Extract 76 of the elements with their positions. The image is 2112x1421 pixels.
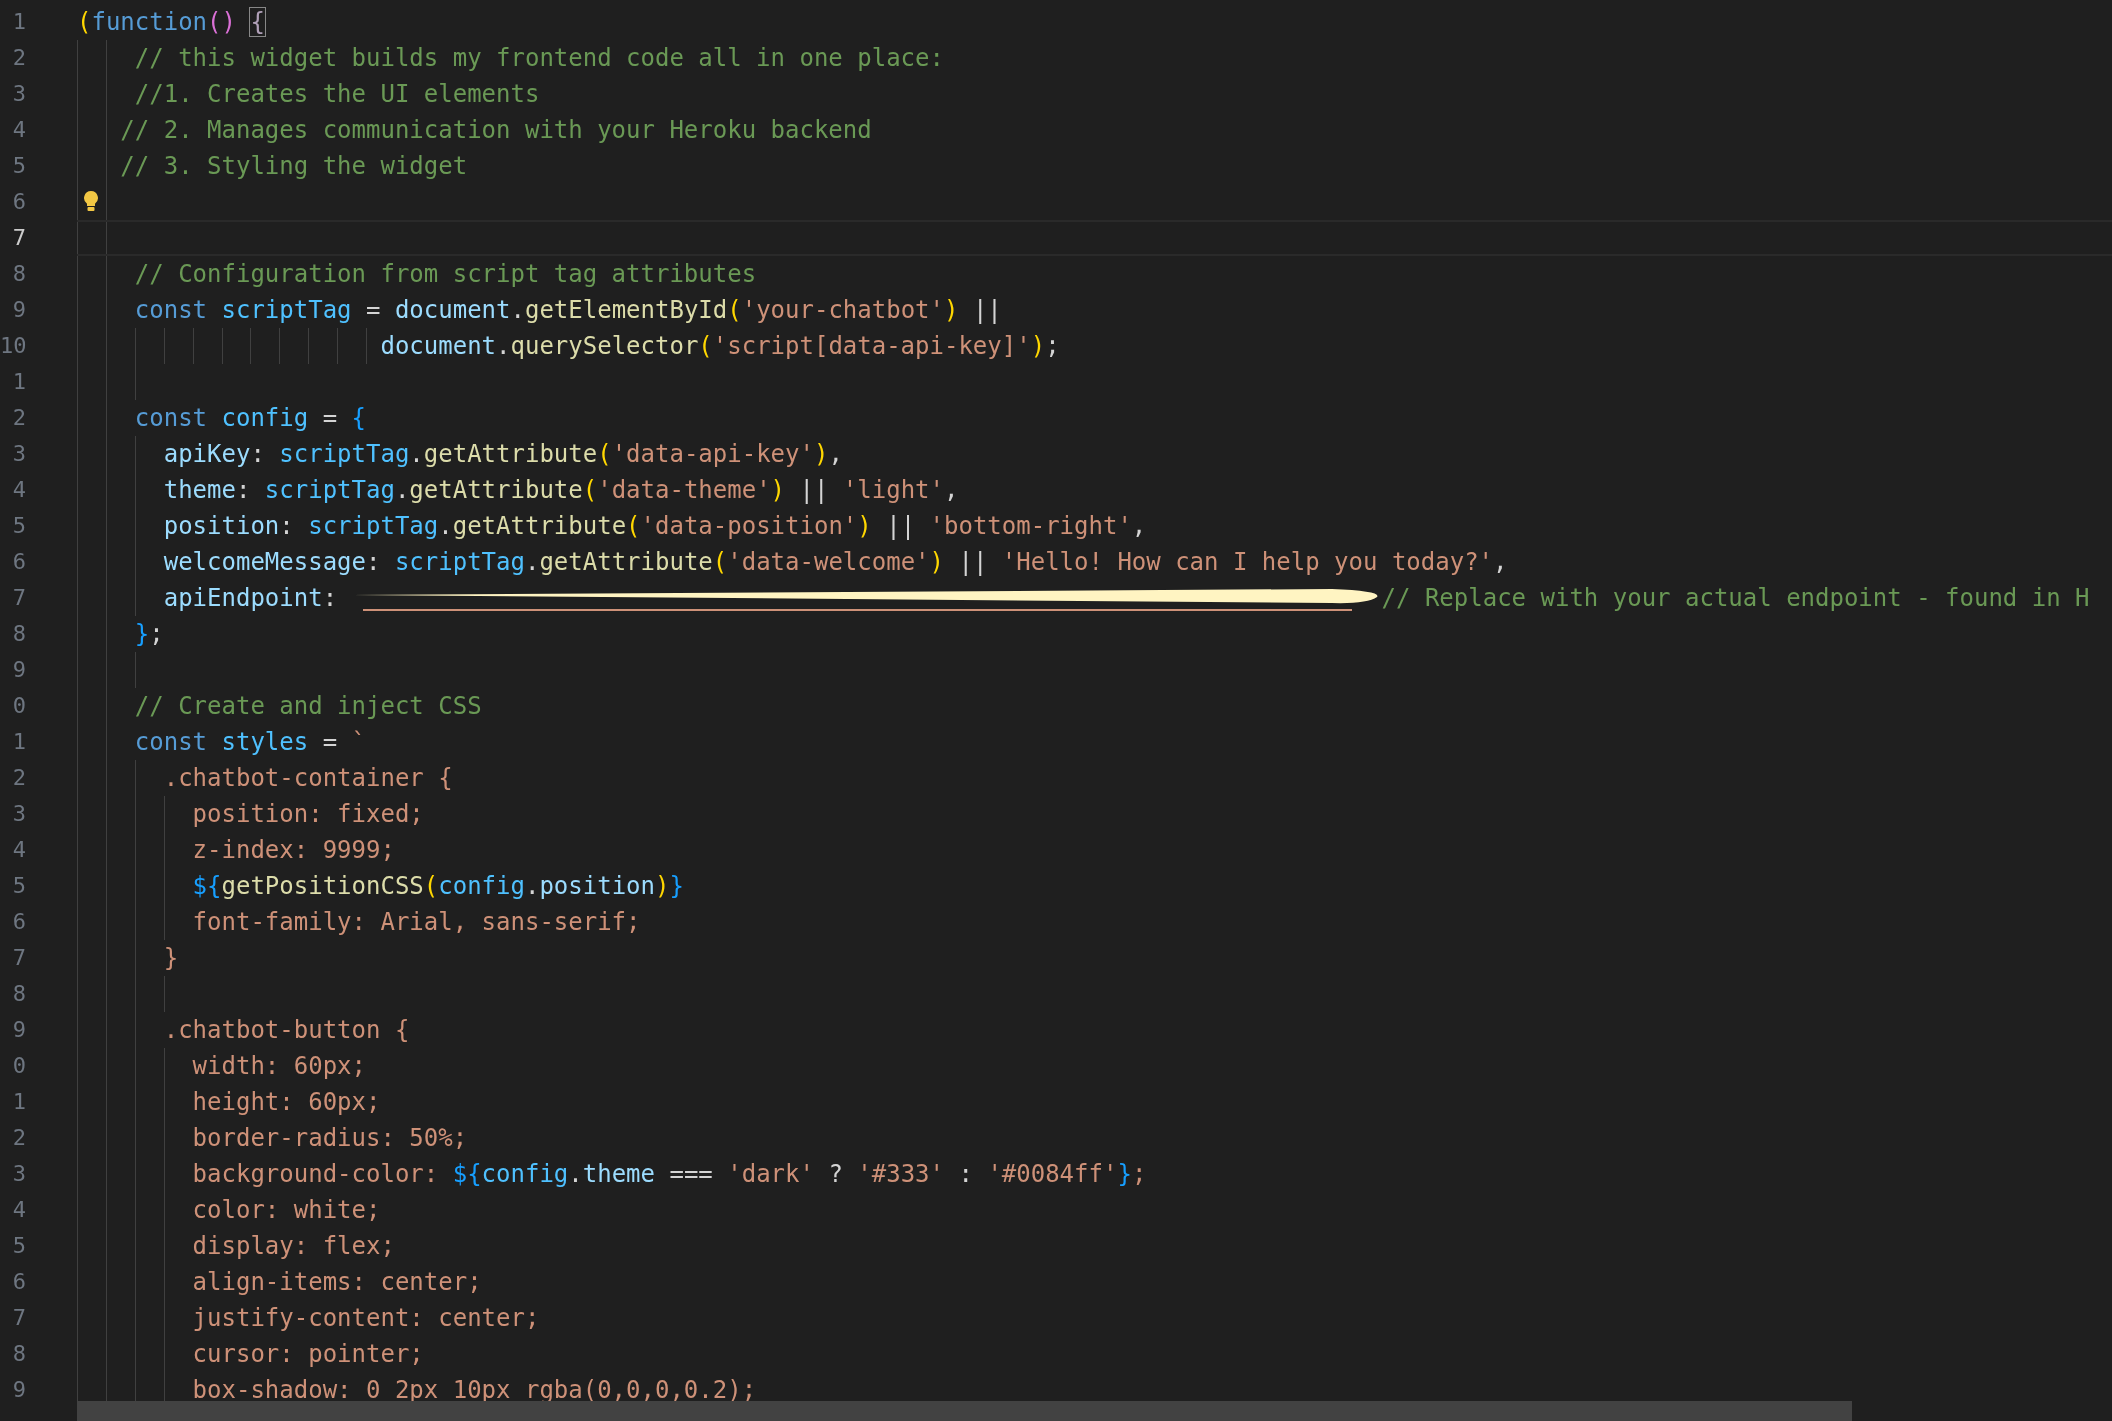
code-line: box-shadow: 0 2px 10px rgba(0,0,0,0.2);: [191, 1375, 757, 1406]
line-number: 7: [11, 224, 26, 252]
line-number: 3: [11, 80, 26, 108]
code-line: width: 60px;: [191, 1051, 366, 1082]
code-line: border-radius: 50%;: [191, 1123, 468, 1154]
line-number: 1: [11, 1088, 26, 1116]
code-line: // Create and inject CSS: [133, 691, 482, 722]
code-line: font-family: Arial, sans-serif;: [191, 907, 641, 938]
line-number: 0: [11, 692, 26, 720]
code-line: (function() {: [77, 7, 265, 38]
line-number: 2: [11, 44, 26, 72]
code-line: };: [133, 619, 164, 650]
line-number: 9: [11, 1376, 26, 1404]
line-number: 2: [11, 404, 26, 432]
line-number: 3: [11, 440, 26, 468]
line-number: 3: [11, 800, 26, 828]
code-line: z-index: 9999;: [191, 835, 395, 866]
line-number: 1: [11, 8, 26, 36]
code-line: // 3. Styling the widget: [119, 151, 468, 182]
code-line: //1. Creates the UI elements: [133, 79, 540, 110]
line-number: 5: [11, 872, 26, 900]
line-number: 4: [11, 1196, 26, 1224]
line-number: 5: [11, 152, 26, 180]
code-line: const config = {: [133, 403, 366, 434]
code-line: const scriptTag = document.getElementById('your-chatbot') ||: [133, 295, 1002, 326]
code-line: document.querySelector('script[data-api-key]');: [379, 331, 1060, 362]
line-number: 2: [11, 1124, 26, 1152]
line-number: 9: [11, 656, 26, 684]
lightbulb-icon[interactable]: [83, 190, 99, 212]
code-line: welcomeMessage: scriptTag.getAttribute('data-welcome') || 'Hello! How can I help you today?',: [162, 547, 1508, 578]
line-number: 8: [11, 260, 26, 288]
code-comment: // Replace with your actual endpoint - found in H: [1381, 583, 2090, 614]
line-number: 4: [11, 476, 26, 504]
scrollbar-thumb[interactable]: [77, 1401, 1852, 1421]
code-line: // Configuration from script tag attributes: [133, 259, 757, 290]
code-line: .chatbot-button {: [162, 1015, 410, 1046]
line-number: 7: [11, 944, 26, 972]
line-number: 5: [11, 1232, 26, 1260]
line-number: 7: [11, 1304, 26, 1332]
code-line: // this widget builds my frontend code all in one place:: [133, 43, 944, 74]
line-number: 5: [11, 512, 26, 540]
code-line: align-items: center;: [191, 1267, 482, 1298]
code-line: }: [162, 943, 179, 974]
line-number: 1: [11, 368, 26, 396]
line-number: 0: [11, 1052, 26, 1080]
line-number: 10: [0, 332, 26, 360]
code-line: display: flex;: [191, 1231, 395, 1262]
code-line: color: white;: [191, 1195, 381, 1226]
line-number: 6: [11, 188, 26, 216]
code-line: .chatbot-container {: [162, 763, 453, 794]
code-line: cursor: pointer;: [191, 1339, 424, 1370]
code-line: justify-content: center;: [191, 1303, 540, 1334]
code-line: // 2. Manages communication with your Heroku backend: [119, 115, 872, 146]
line-number: 4: [11, 116, 26, 144]
line-number: 4: [11, 836, 26, 864]
code-line: ${getPositionCSS(config.position)}: [191, 871, 684, 902]
line-number: 8: [11, 620, 26, 648]
line-number: 9: [11, 296, 26, 324]
code-line: apiKey: scriptTag.getAttribute('data-api-key'),: [162, 439, 843, 470]
line-number: 6: [11, 548, 26, 576]
code-line: background-color: ${config.theme === 'dark' ? '#333' : '#0084ff'};: [191, 1159, 1147, 1190]
code-line: apiEndpoint:: [162, 583, 339, 614]
code-line: height: 60px;: [191, 1087, 381, 1118]
line-number: 2: [11, 764, 26, 792]
line-number: 8: [11, 980, 26, 1008]
line-number: 6: [11, 908, 26, 936]
line-number: 8: [11, 1340, 26, 1368]
line-number: 1: [11, 728, 26, 756]
code-line: theme: scriptTag.getAttribute('data-theme') || 'light',: [162, 475, 959, 506]
line-number: 6: [11, 1268, 26, 1296]
line-number: 9: [11, 1016, 26, 1044]
line-number: 3: [11, 1160, 26, 1188]
code-line: position: fixed;: [191, 799, 424, 830]
code-line: const styles = `: [133, 727, 366, 758]
code-line: position: scriptTag.getAttribute('data-position') || 'bottom-right',: [162, 511, 1147, 542]
line-number: 7: [11, 584, 26, 612]
